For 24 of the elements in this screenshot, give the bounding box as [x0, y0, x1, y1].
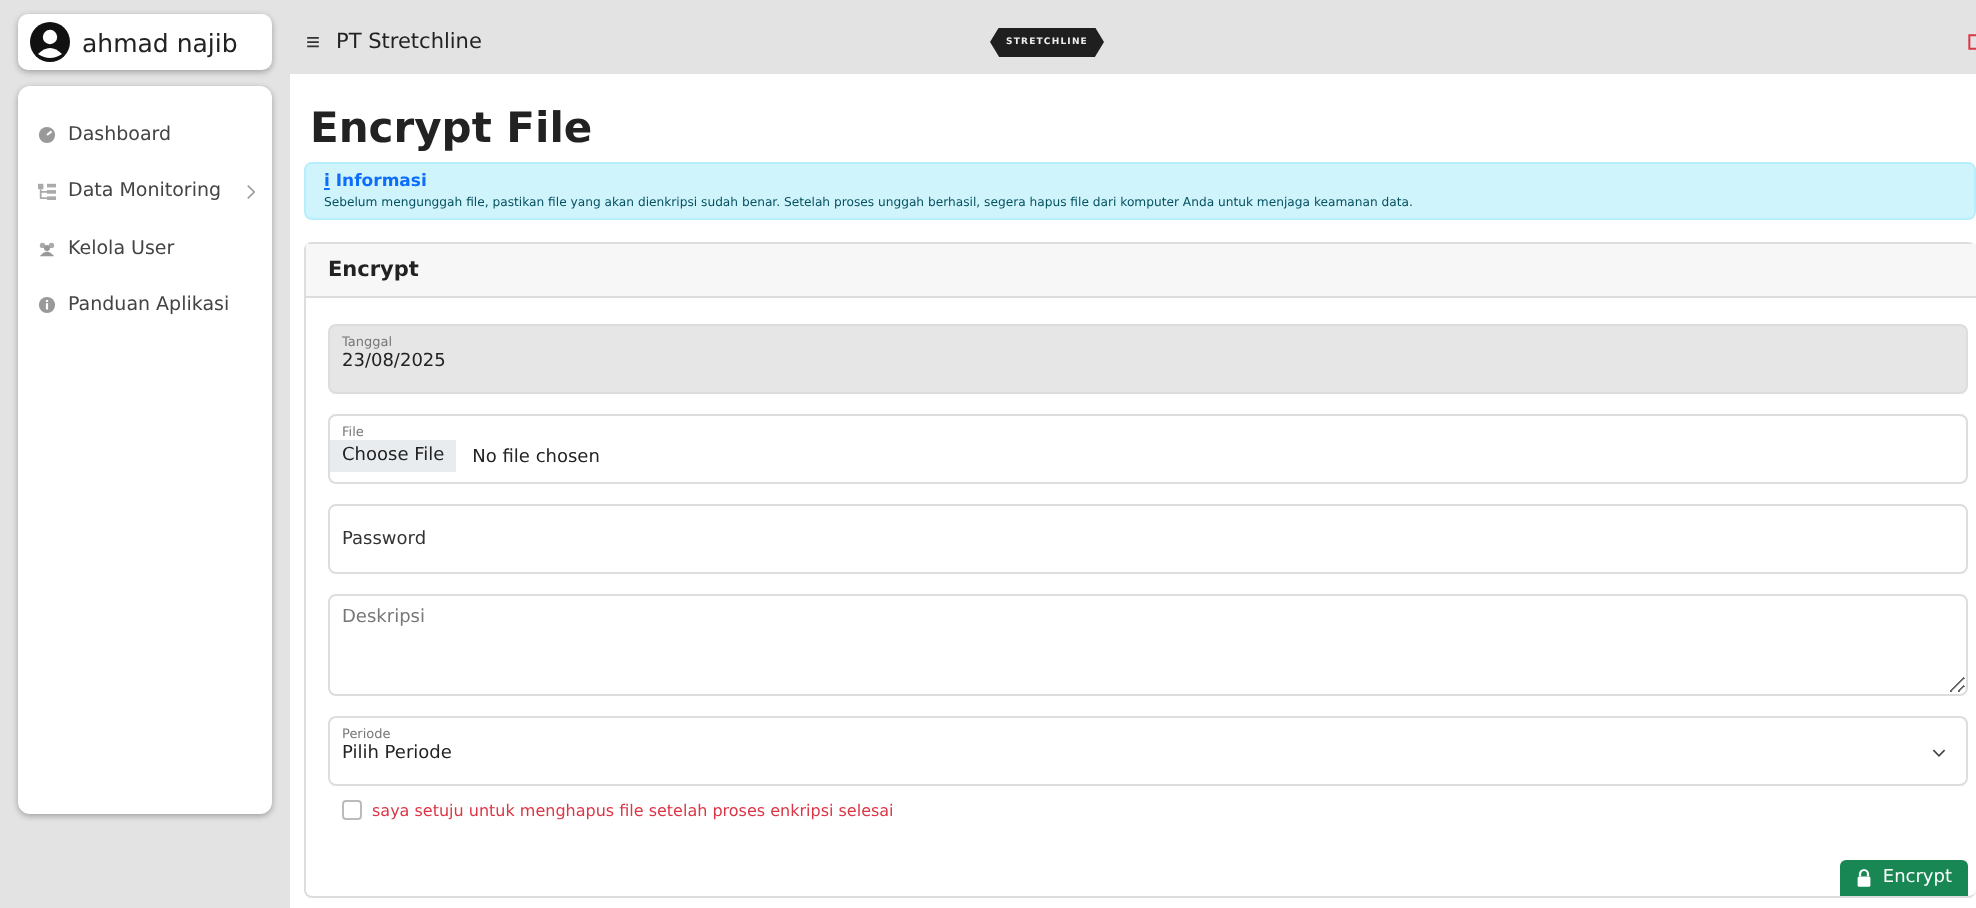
card-title: Encrypt: [328, 258, 419, 282]
user-avatar-icon: [30, 22, 70, 62]
page-title: Encrypt File: [310, 104, 595, 152]
sitemap-icon: [38, 182, 56, 201]
sidebar-item[interactable]: Panduan Aplikasi: [18, 277, 272, 334]
gauge-icon: [38, 125, 56, 144]
sidebar-item[interactable]: Data Monitoring: [18, 163, 272, 220]
company-name: PT Stretchline: [336, 30, 484, 54]
encrypt-button[interactable]: Encrypt: [1840, 860, 1968, 896]
password-field[interactable]: Password: [328, 504, 1968, 574]
chevron-right-icon: [246, 183, 256, 200]
user-menu[interactable]: ahmad najib: [18, 14, 272, 70]
menu-toggle[interactable]: ≡: [290, 28, 337, 56]
info-icon: [38, 296, 56, 315]
users-icon: [38, 239, 56, 258]
consent-label: saya setuju untuk menghapus file setelah proses enkripsi selesai: [372, 801, 894, 819]
sidebar-item[interactable]: Dashboard: [18, 106, 272, 163]
consent-checkbox[interactable]: [342, 800, 362, 820]
lock-icon: [1856, 868, 1873, 888]
chevron-down-icon: [1932, 748, 1946, 758]
sidebar-item[interactable]: Kelola User: [18, 220, 272, 277]
alert-title: i Informasi: [324, 172, 429, 192]
choose-file-button[interactable]: Choose File: [330, 440, 457, 472]
description-field[interactable]: Deskripsi: [328, 594, 1968, 696]
